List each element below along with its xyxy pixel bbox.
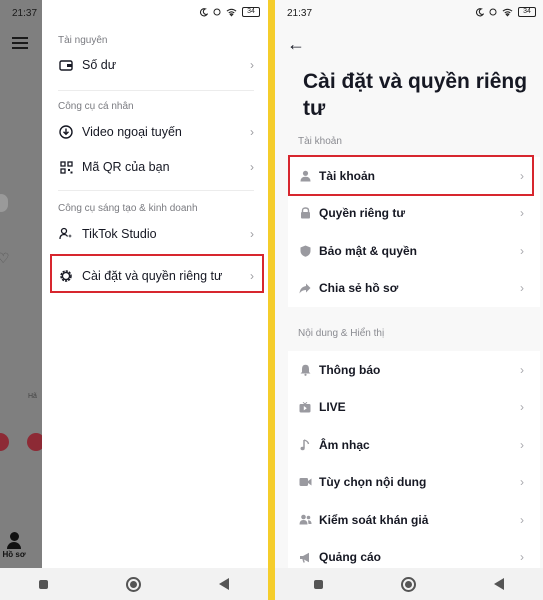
creator-icon [58,226,74,242]
status-icons: 34 [475,7,536,17]
settings-item-label: Tùy chọn nội dung [319,475,427,490]
settings-item-label: LIVE [319,400,346,415]
red-dot [0,433,9,451]
settings-item-content-preferences[interactable]: Tùy chọn nội dung › [288,464,540,502]
share-icon [298,281,312,295]
drawer-item-tiktok-studio[interactable]: TikTok Studio › [58,219,254,249]
right-screen: 21:37 34 ← Cài đặt và quyền riêng tư Tài… [275,0,543,600]
left-screen: 21:37 ♡ Hã Hồ sơ 34 Tài nguyên Số dư › C… [0,0,268,600]
chevron-right-icon: › [250,58,254,72]
home-icon[interactable] [401,576,416,592]
section-title: Nội dung & Hiển thị [298,328,385,339]
audience-icon [298,513,312,527]
image-separator [268,0,275,600]
settings-item-share-profile[interactable]: Chia sẻ hồ sơ › [288,270,540,308]
drawer-item-qr-code[interactable]: Mã QR của bạn › [58,152,254,182]
tab-profile[interactable]: Hồ sơ [0,532,28,559]
drawer-item-balance[interactable]: Số dư › [58,50,254,80]
drawer-item-offline-video[interactable]: Video ngoại tuyến › [58,117,254,147]
side-drawer: 34 Tài nguyên Số dư › Công cụ cá nhân Vi… [42,0,268,568]
chevron-right-icon: › [250,125,254,139]
download-icon [58,124,74,140]
moon-icon [475,7,484,16]
drawer-item-label: Video ngoại tuyến [82,125,182,139]
partial-text: Hã [28,393,37,400]
drawer-item-label: TikTok Studio [82,227,157,241]
home-icon[interactable] [126,576,141,592]
wifi-icon [226,8,237,17]
settings-item-label: Thông báo [319,362,381,377]
bell-icon [298,363,312,377]
recent-apps-icon[interactable] [314,579,323,589]
live-tv-icon [298,400,312,414]
highlight-box [50,254,264,293]
section-title: Công cụ cá nhân [58,101,134,112]
drawer-item-label: Số dư [82,58,117,72]
settings-item-label: Bảo mật & quyền [319,243,418,258]
alarm-icon [213,8,221,16]
back-arrow-icon[interactable]: ← [287,34,305,55]
profile-icon [9,532,19,541]
dimmed-profile-background[interactable]: 21:37 ♡ Hã Hồ sơ [0,0,45,568]
wallet-icon [58,57,74,73]
qr-code-icon [58,159,74,175]
battery-icon: 34 [242,7,260,17]
chevron-right-icon: › [520,400,524,415]
settings-item-label: Âm nhạc [319,437,370,452]
status-time: 21:37 [287,8,313,19]
settings-item-label: Kiểm soát khán giả [319,512,429,527]
settings-item-music[interactable]: Âm nhạc › [288,426,540,464]
divider [58,90,254,91]
chevron-right-icon: › [520,512,524,527]
settings-item-label: Quyền riêng tư [319,206,406,221]
section-title: Tài nguyên [58,35,108,46]
section-title: Công cụ sáng tạo & kinh doanh [58,203,198,214]
back-nav-icon[interactable] [494,578,504,590]
settings-item-live[interactable]: LIVE › [288,389,540,427]
settings-item-security[interactable]: Bảo mật & quyền › [288,232,540,270]
chevron-right-icon: › [520,437,524,452]
moon-icon [199,7,208,16]
content-display-group: Thông báo › LIVE › Âm nhạc › Tùy chọn nộ… [288,351,540,576]
chevron-right-icon: › [250,227,254,241]
settings-item-label: Chia sẻ hồ sơ [319,281,399,296]
system-nav-bar [275,568,543,600]
chevron-right-icon: › [520,206,524,221]
recent-apps-icon[interactable] [39,579,48,589]
battery-icon: 34 [518,7,536,17]
music-note-icon [298,438,312,452]
chevron-right-icon: › [520,475,524,490]
drawer-item-label: Mã QR của bạn [82,160,170,174]
shield-icon [298,244,312,258]
settings-item-label: Quảng cáo [319,550,382,565]
background-shape [0,194,8,212]
divider [58,190,254,191]
settings-item-notifications[interactable]: Thông báo › [288,351,540,389]
chevron-right-icon: › [520,550,524,565]
chevron-right-icon: › [520,281,524,296]
tab-profile-label: Hồ sơ [2,550,26,559]
chevron-right-icon: › [520,243,524,258]
highlight-box [288,155,534,196]
settings-item-audience-controls[interactable]: Kiểm soát khán giả › [288,501,540,539]
system-nav-bar [0,568,268,600]
page-title: Cài đặt và quyền riêng tư [303,70,528,120]
status-icons: 34 [199,7,260,17]
megaphone-icon [298,550,312,564]
settings-item-privacy[interactable]: Quyền riêng tư › [288,195,540,233]
alarm-icon [489,8,497,16]
hamburger-menu-icon[interactable] [12,37,28,49]
chevron-right-icon: › [520,362,524,377]
section-title: Tài khoản [298,136,342,147]
lock-icon [298,206,312,220]
status-time: 21:37 [12,8,38,19]
wifi-icon [502,8,513,17]
heart-icon: ♡ [0,250,10,266]
settings-header: 21:37 34 ← Cài đặt và quyền riêng tư [275,0,543,130]
chevron-right-icon: › [250,160,254,174]
video-camera-icon [298,475,312,489]
back-nav-icon[interactable] [219,578,229,590]
